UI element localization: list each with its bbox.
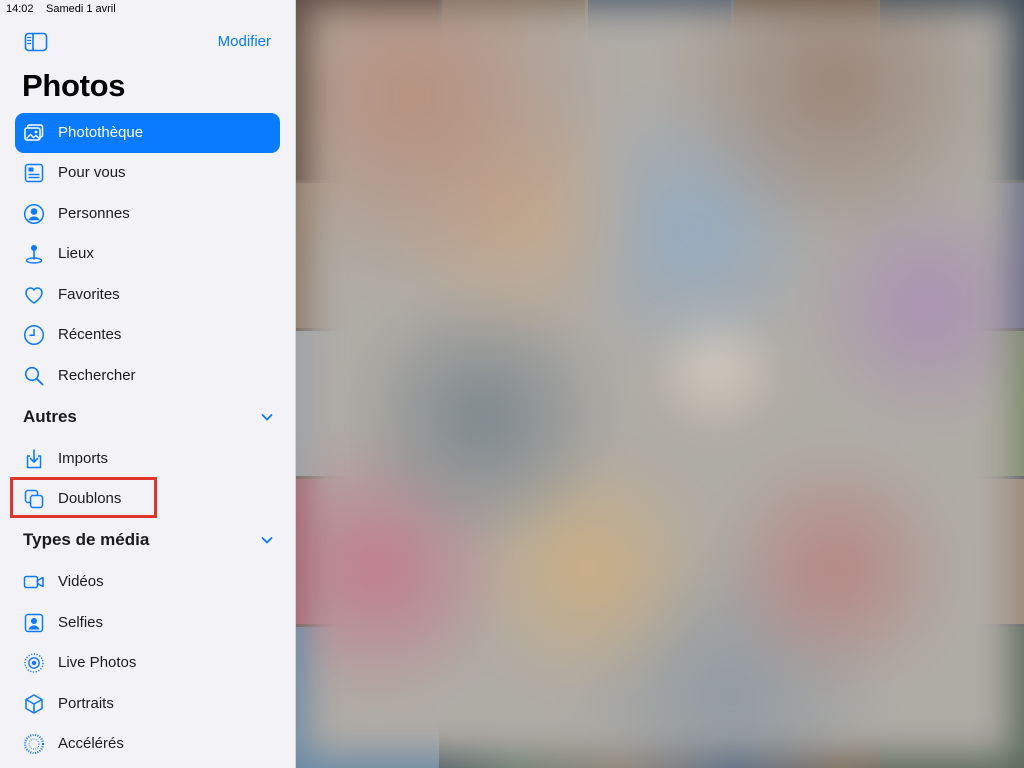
status-time: 14:02 bbox=[6, 3, 34, 15]
sidebar-item-favorites[interactable]: Favorites bbox=[15, 275, 280, 315]
duplicates-icon bbox=[23, 488, 45, 510]
person-icon bbox=[23, 203, 45, 225]
video-icon bbox=[23, 571, 45, 593]
sidebar-item-recentes[interactable]: Récentes bbox=[15, 315, 280, 355]
timelapse-icon bbox=[23, 733, 45, 755]
sidebar-item-personnes[interactable]: Personnes bbox=[15, 194, 280, 234]
sidebar-item-pour-vous[interactable]: Pour vous bbox=[15, 153, 280, 193]
edit-button[interactable]: Modifier bbox=[218, 33, 271, 50]
sidebar-item-label: Pour vous bbox=[58, 164, 126, 181]
live-photo-icon bbox=[23, 652, 45, 674]
sidebar: Modifier Photos Photothèque Pour vous Pe… bbox=[0, 0, 296, 768]
clock-icon bbox=[23, 324, 45, 346]
chevron-down-icon bbox=[260, 533, 274, 547]
sidebar-item-phototheque[interactable]: Photothèque bbox=[15, 113, 280, 153]
sidebar-item-label: Personnes bbox=[58, 205, 130, 222]
sidebar-toggle-button[interactable] bbox=[24, 32, 48, 52]
sidebar-item-label: Doublons bbox=[58, 490, 122, 507]
sidebar-item-label: Lieux bbox=[58, 245, 94, 262]
sidebar-item-label: Rechercher bbox=[58, 367, 136, 384]
sidebar-item-acceleres[interactable]: Accélérés bbox=[15, 724, 280, 764]
section-header-autres[interactable]: Autres bbox=[15, 402, 280, 432]
status-date: Samedi 1 avril bbox=[46, 3, 116, 15]
map-pin-icon bbox=[23, 243, 45, 265]
sidebar-item-rechercher[interactable]: Rechercher bbox=[15, 356, 280, 396]
sidebar-icon bbox=[24, 32, 48, 52]
blurred-photos-overlay bbox=[306, 6, 1012, 756]
sidebar-item-selfies[interactable]: Selfies bbox=[15, 603, 280, 643]
sidebar-item-portraits[interactable]: Portraits bbox=[15, 684, 280, 724]
sidebar-item-label: Vidéos bbox=[58, 573, 104, 590]
sidebar-item-label: Imports bbox=[58, 450, 109, 467]
sidebar-item-lieux[interactable]: Lieux bbox=[15, 234, 280, 274]
heart-icon bbox=[23, 284, 45, 306]
chevron-down-icon bbox=[260, 410, 274, 424]
sidebar-item-label: Récentes bbox=[58, 326, 122, 343]
section-title: Types de média bbox=[23, 530, 150, 549]
for-you-icon bbox=[23, 162, 45, 184]
photo-grid[interactable] bbox=[296, 0, 1024, 768]
sidebar-item-live-photos[interactable]: Live Photos bbox=[15, 643, 280, 683]
search-icon bbox=[23, 365, 45, 387]
sidebar-item-label: Portraits bbox=[58, 695, 114, 712]
sidebar-item-label: Favorites bbox=[58, 286, 120, 303]
import-icon bbox=[23, 448, 45, 470]
cube-icon bbox=[23, 693, 45, 715]
photo-library-icon bbox=[23, 122, 45, 144]
selfie-icon bbox=[23, 612, 45, 634]
sidebar-item-label: Selfies bbox=[58, 614, 104, 631]
sidebar-item-videos[interactable]: Vidéos bbox=[15, 562, 280, 602]
section-title: Autres bbox=[23, 407, 77, 426]
sidebar-item-label: Photothèque bbox=[58, 124, 144, 141]
section-header-types-de-media[interactable]: Types de média bbox=[15, 525, 280, 555]
page-title: Photos bbox=[22, 68, 126, 103]
sidebar-item-label: Accélérés bbox=[58, 735, 124, 752]
sidebar-item-label: Live Photos bbox=[58, 654, 137, 671]
sidebar-item-imports[interactable]: Imports bbox=[15, 439, 280, 479]
status-bar: 14:02 Samedi 1 avril bbox=[0, 0, 296, 18]
sidebar-item-doublons[interactable]: Doublons bbox=[15, 479, 280, 519]
